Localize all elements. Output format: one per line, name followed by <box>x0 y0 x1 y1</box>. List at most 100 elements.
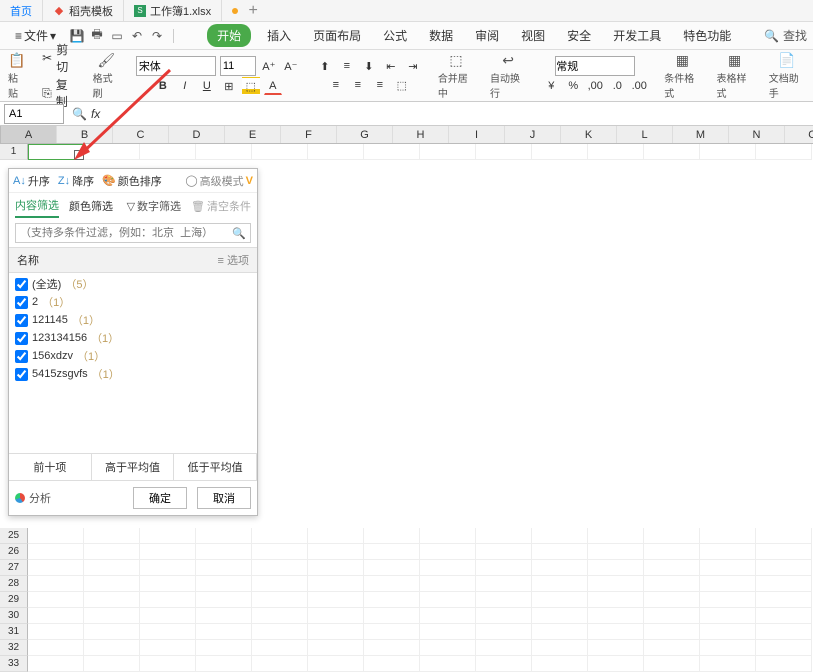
cell[interactable] <box>364 656 420 672</box>
italic-button[interactable]: I <box>176 77 194 95</box>
cell[interactable] <box>644 608 700 624</box>
cell[interactable] <box>700 528 756 544</box>
cell[interactable] <box>196 608 252 624</box>
cell[interactable] <box>700 560 756 576</box>
ribbon-dev[interactable]: 开发工具 <box>607 24 667 47</box>
fx-icon[interactable]: fx <box>91 107 100 121</box>
format-painter-button[interactable]: 🖌格式刷 <box>93 52 120 100</box>
cell[interactable] <box>644 576 700 592</box>
cell[interactable] <box>476 528 532 544</box>
cell[interactable] <box>420 608 476 624</box>
wrap-button[interactable]: ↩自动换行 <box>490 52 526 100</box>
cell[interactable] <box>84 576 140 592</box>
cell[interactable] <box>308 592 364 608</box>
cell[interactable] <box>196 544 252 560</box>
above-avg-button[interactable]: 高于平均值 <box>92 454 175 480</box>
column-header[interactable]: A <box>1 126 57 143</box>
name-box[interactable] <box>4 104 64 124</box>
cell[interactable] <box>476 592 532 608</box>
cell[interactable] <box>252 576 308 592</box>
cell[interactable] <box>28 576 84 592</box>
ribbon-start[interactable]: 开始 <box>207 24 251 47</box>
cell[interactable] <box>756 640 812 656</box>
cell[interactable] <box>420 592 476 608</box>
cell[interactable] <box>196 656 252 672</box>
cell[interactable] <box>700 608 756 624</box>
cell[interactable] <box>308 640 364 656</box>
cell[interactable] <box>420 656 476 672</box>
cell[interactable] <box>364 544 420 560</box>
cell[interactable] <box>532 640 588 656</box>
cell[interactable] <box>756 656 812 672</box>
cell[interactable] <box>420 528 476 544</box>
ribbon-data[interactable]: 数据 <box>423 24 459 47</box>
cell[interactable] <box>252 608 308 624</box>
filter-item[interactable]: 2 （1） <box>15 293 251 311</box>
top10-button[interactable]: 前十项 <box>9 454 92 480</box>
row-header[interactable]: 27 <box>0 560 28 576</box>
cell[interactable] <box>84 640 140 656</box>
tab-home[interactable]: 首页 <box>0 0 43 22</box>
undo-icon[interactable]: ↶ <box>129 28 145 44</box>
paste-button[interactable]: 📋粘贴 <box>8 52 26 100</box>
ribbon-review[interactable]: 审阅 <box>469 24 505 47</box>
cell[interactable] <box>308 656 364 672</box>
column-header[interactable]: F <box>281 126 337 143</box>
cell[interactable] <box>140 592 196 608</box>
cell[interactable] <box>700 640 756 656</box>
percent-icon[interactable]: % <box>564 77 582 95</box>
row-header[interactable]: 30 <box>0 608 28 624</box>
advanced-mode-toggle[interactable]: ◯高级模式V <box>185 173 253 189</box>
align-top-icon[interactable]: ⬆ <box>316 57 334 75</box>
align-right-icon[interactable]: ≡ <box>371 76 389 94</box>
cell[interactable] <box>140 144 196 160</box>
column-header[interactable]: K <box>561 126 617 143</box>
column-header[interactable]: D <box>169 126 225 143</box>
preview-icon[interactable]: ▭ <box>109 28 125 44</box>
cell[interactable] <box>588 592 644 608</box>
column-header[interactable]: I <box>449 126 505 143</box>
cell[interactable] <box>588 576 644 592</box>
cell[interactable] <box>420 640 476 656</box>
cell[interactable] <box>84 592 140 608</box>
cell[interactable] <box>308 576 364 592</box>
cell[interactable] <box>532 592 588 608</box>
cancel-button[interactable]: 取消 <box>197 487 251 509</box>
cell[interactable] <box>84 528 140 544</box>
cell[interactable] <box>28 640 84 656</box>
cell[interactable] <box>532 576 588 592</box>
row-header[interactable]: 33 <box>0 656 28 672</box>
cell[interactable] <box>28 528 84 544</box>
cell[interactable] <box>140 544 196 560</box>
cell[interactable] <box>84 544 140 560</box>
cell[interactable] <box>252 592 308 608</box>
cell[interactable] <box>588 640 644 656</box>
cell[interactable] <box>252 560 308 576</box>
ribbon-page[interactable]: 页面布局 <box>307 24 367 47</box>
cell[interactable] <box>588 528 644 544</box>
analyze-button[interactable]: 分析 <box>15 490 51 506</box>
cell[interactable] <box>84 608 140 624</box>
cut-button[interactable]: 剪切 <box>56 41 76 75</box>
cell[interactable] <box>588 608 644 624</box>
sort-desc-button[interactable]: Z↓降序 <box>58 173 94 189</box>
redo-icon[interactable]: ↷ <box>149 28 165 44</box>
bold-button[interactable]: B <box>154 77 172 95</box>
row-header[interactable]: 25 <box>0 528 28 544</box>
cell[interactable] <box>364 608 420 624</box>
decrease-font-icon[interactable]: A⁻ <box>282 57 300 75</box>
cell[interactable] <box>588 656 644 672</box>
font-size-select[interactable] <box>220 56 256 76</box>
column-header[interactable]: L <box>617 126 673 143</box>
cell[interactable] <box>476 560 532 576</box>
ribbon-view[interactable]: 视图 <box>515 24 551 47</box>
cell[interactable] <box>476 608 532 624</box>
formula-input[interactable] <box>104 104 809 124</box>
cell[interactable] <box>196 576 252 592</box>
filter-item[interactable]: (全选) （5） <box>15 275 251 293</box>
border-button[interactable]: ⊞ <box>220 77 238 95</box>
cell[interactable] <box>84 656 140 672</box>
ribbon-formula[interactable]: 公式 <box>377 24 413 47</box>
cell[interactable] <box>644 560 700 576</box>
cell[interactable] <box>420 560 476 576</box>
